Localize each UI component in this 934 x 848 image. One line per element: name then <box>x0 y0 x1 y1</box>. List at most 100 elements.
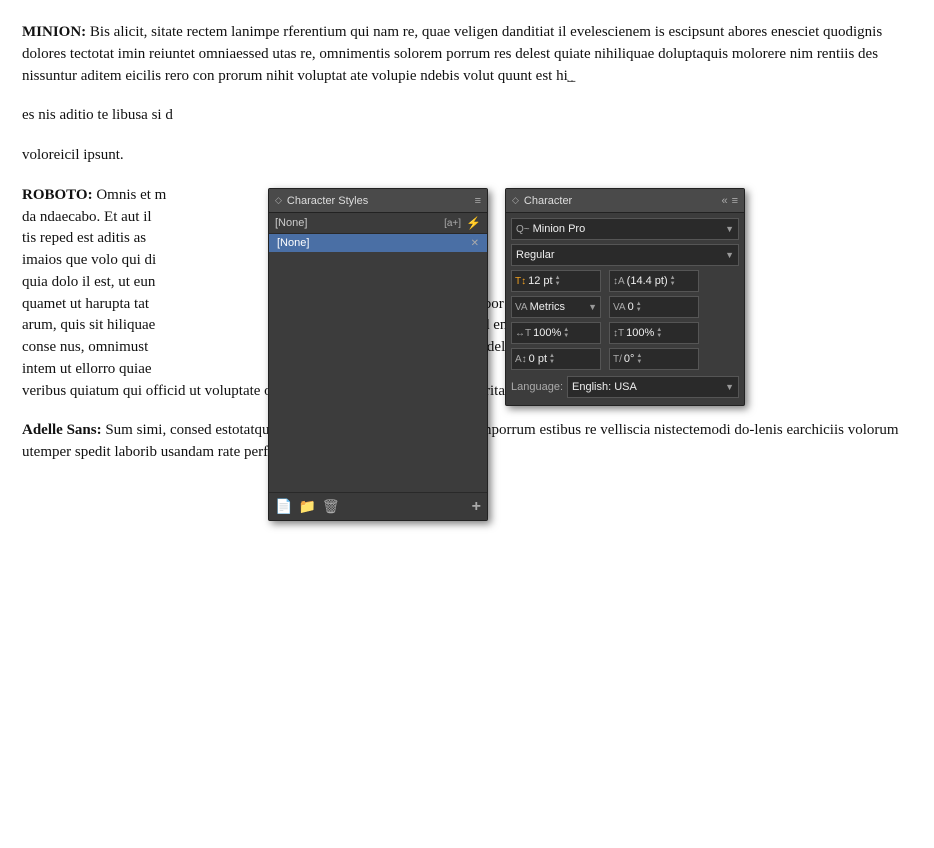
char-panel-body: Q~ Minion Pro ▼ Regular ▼ T↕ 12 pt ▲ ▼ <box>506 213 744 405</box>
roboto-line6a: quamet ut harupta tat <box>22 296 149 312</box>
char-styles-folder-icon[interactable]: 📁 <box>298 498 315 515</box>
paragraph-minion-end: voloreicil ipsunt. <box>22 145 912 167</box>
paragraph-minion: MINION: Bis alicit, sitate rectem lanimp… <box>22 22 912 87</box>
char-styles-new-icon[interactable]: 📄 <box>275 498 292 515</box>
char-styles-footer: 📄 📁 🗑 + <box>269 492 487 520</box>
char-leading-down-arrow[interactable]: ▼ <box>670 281 676 287</box>
char-scale-v-arrows: ▲ ▼ <box>656 327 662 339</box>
char-styles-panel-header: ◇ Character Styles ≡ <box>269 189 487 213</box>
char-styles-item-close-icon[interactable]: ✕ <box>471 238 479 249</box>
roboto-line5: quia dolo il est, ut eun <box>22 274 155 290</box>
char-scale-h-icon: ↔T <box>515 328 531 339</box>
char-scale-v-spinbox[interactable]: ↕T 100% ▲ ▼ <box>609 322 699 344</box>
char-kerning-tracking-row: VA Metrics ▼ VA 0 ▲ ▼ <box>511 296 739 318</box>
char-kerning-value: Metrics <box>530 301 565 313</box>
char-styles-menu-icon[interactable]: ≡ <box>475 195 481 207</box>
char-panel-menu-icon[interactable]: ≡ <box>732 195 738 207</box>
char-panel-header-left: ◇ Character <box>512 195 572 207</box>
char-styles-item-none-label: [None] <box>277 237 309 249</box>
char-leading-value: (14.4 pt) <box>627 275 668 287</box>
char-styles-none-label: [None] <box>275 217 307 229</box>
char-styles-item-none-selected[interactable]: [None] ✕ <box>269 234 487 252</box>
char-baseline-icon: A↕ <box>515 354 527 365</box>
char-size-value: 12 pt <box>528 275 552 287</box>
char-font-select[interactable]: Q~ Minion Pro ▼ <box>511 218 739 240</box>
char-skew-arrows: ▲ ▼ <box>636 353 642 365</box>
minion-text: Bis alicit, sitate rectem lanimpe rferen… <box>22 24 882 84</box>
roboto-line4: imaios que volo qui di <box>22 252 156 268</box>
char-kerning-icon: VA <box>515 302 528 313</box>
char-styles-panel-header-right: ≡ <box>475 195 481 207</box>
char-skew-spinbox[interactable]: T/ 0° ▲ ▼ <box>609 348 699 370</box>
char-kerning-arrow-icon: ▼ <box>588 302 597 312</box>
char-size-spinbox-arrows: ▲ ▼ <box>555 275 561 287</box>
roboto-text: Omnis et m <box>96 187 166 203</box>
char-font-name: Minion Pro <box>533 223 725 235</box>
char-styles-lightning-icon[interactable]: ⚡ <box>466 216 481 230</box>
char-panel-collapse-icon[interactable]: « <box>721 195 727 207</box>
char-panel-header: ◇ Character « ≡ <box>506 189 744 213</box>
char-styles-panel: ◇ Character Styles ≡ [None] [a+] ⚡ [None… <box>268 188 488 521</box>
char-baseline-arrows: ▲ ▼ <box>549 353 555 365</box>
char-panel: ◇ Character « ≡ Q~ Minion Pro ▼ Regular … <box>505 188 745 406</box>
minion-end-text: voloreicil ipsunt. <box>22 147 124 163</box>
char-styles-panel-header-left: ◇ Character Styles <box>275 195 368 207</box>
char-leading-icon: ↕A <box>613 276 625 287</box>
char-font-row: Q~ Minion Pro ▼ <box>511 218 739 240</box>
char-scale-row: ↔T 100% ▲ ▼ ↕T 100% ▲ ▼ <box>511 322 739 344</box>
char-language-label: Language: <box>511 381 563 393</box>
char-baseline-spinbox[interactable]: A↕ 0 pt ▲ ▼ <box>511 348 601 370</box>
char-tracking-value: 0 <box>628 301 634 313</box>
char-scale-h-arrows: ▲ ▼ <box>563 327 569 339</box>
char-leading-spinbox-arrows: ▲ ▼ <box>670 275 676 287</box>
char-skew-value: 0° <box>624 353 635 365</box>
char-language-select[interactable]: English: USA ▼ <box>567 376 739 398</box>
char-scale-h-value: 100% <box>533 327 561 339</box>
char-size-down-arrow[interactable]: ▼ <box>555 281 561 287</box>
char-language-value: English: USA <box>572 381 637 393</box>
char-skew-down-arrow[interactable]: ▼ <box>636 359 642 365</box>
char-font-arrow-icon: ▼ <box>725 224 734 234</box>
char-kerning-spinbox[interactable]: VA Metrics ▼ <box>511 296 601 318</box>
minion-label: MINION: <box>22 24 86 40</box>
char-scale-h-down-arrow[interactable]: ▼ <box>563 333 569 339</box>
char-baseline-down-arrow[interactable]: ▼ <box>549 359 555 365</box>
paragraph-minion-cont: es nis aditio te libusa si d <box>22 105 912 127</box>
char-language-row: Language: English: USA ▼ <box>511 374 739 400</box>
char-style-select[interactable]: Regular ▼ <box>511 244 739 266</box>
char-styles-subheader-icons: [a+] ⚡ <box>444 216 481 230</box>
char-baseline-skew-row: A↕ 0 pt ▲ ▼ T/ 0° ▲ ▼ <box>511 348 739 370</box>
char-styles-badge: [a+] <box>444 218 461 229</box>
char-styles-delete-icon[interactable]: 🗑 <box>322 498 340 515</box>
char-tracking-spinbox[interactable]: VA 0 ▲ ▼ <box>609 296 699 318</box>
char-styles-subheader: [None] [a+] ⚡ <box>269 213 487 234</box>
char-styles-empty-area <box>269 252 487 492</box>
char-baseline-value: 0 pt <box>529 353 547 365</box>
char-styles-diamond-icon: ◇ <box>275 195 282 206</box>
roboto-line7a: arum, quis sit hiliquae <box>22 317 155 333</box>
char-styles-plus-icon[interactable]: + <box>472 498 481 516</box>
roboto-label: ROBOTO: <box>22 187 93 203</box>
char-font-search-icon: Q~ <box>516 224 530 235</box>
char-style-name: Regular <box>516 249 725 261</box>
char-style-row: Regular ▼ <box>511 244 739 266</box>
char-kerning-select[interactable]: Metrics ▼ <box>530 301 597 313</box>
char-style-arrow-icon: ▼ <box>725 250 734 260</box>
char-scale-h-spinbox[interactable]: ↔T 100% ▲ ▼ <box>511 322 601 344</box>
char-tracking-spinbox-arrows: ▲ ▼ <box>636 301 642 313</box>
char-panel-header-right: « ≡ <box>721 195 738 207</box>
char-size-leading-row: T↕ 12 pt ▲ ▼ ↕A (14.4 pt) ▲ ▼ <box>511 270 739 292</box>
char-language-arrow-icon: ▼ <box>725 382 734 392</box>
char-scale-v-value: 100% <box>626 327 654 339</box>
char-panel-diamond-icon: ◇ <box>512 195 519 206</box>
char-leading-spinbox[interactable]: ↕A (14.4 pt) ▲ ▼ <box>609 270 699 292</box>
roboto-line3: tis reped est aditis as <box>22 230 146 246</box>
char-size-spinbox[interactable]: T↕ 12 pt ▲ ▼ <box>511 270 601 292</box>
adelle-label: Adelle Sans: <box>22 422 102 438</box>
char-scale-v-icon: ↕T <box>613 328 624 339</box>
char-scale-v-down-arrow[interactable]: ▼ <box>656 333 662 339</box>
char-tracking-icon: VA <box>613 302 626 313</box>
char-styles-list: [None] ✕ <box>269 234 487 492</box>
char-tracking-down-arrow[interactable]: ▼ <box>636 307 642 313</box>
char-panel-title: Character <box>524 195 572 207</box>
